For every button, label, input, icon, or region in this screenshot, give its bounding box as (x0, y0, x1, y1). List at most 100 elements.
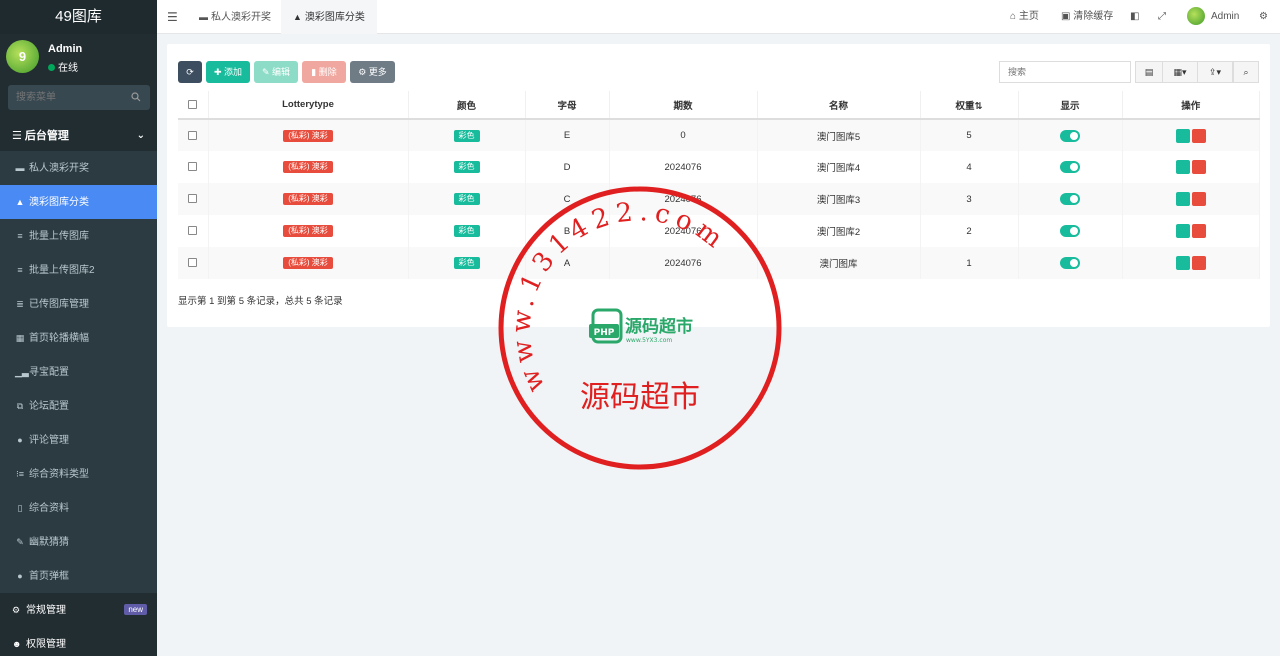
user-status: 在线 (48, 59, 78, 74)
operate-cell (1122, 247, 1260, 279)
sidebar-group-general[interactable]: ⚙ 常规管理 new (0, 593, 157, 627)
display-toggle[interactable] (1060, 225, 1080, 237)
row-checkbox[interactable] (188, 226, 198, 236)
name-cell: 澳门图库3 (757, 183, 921, 215)
menu-header-label: 后台管理 (24, 130, 69, 142)
sidebar-item-batch-upload[interactable]: ≡ 批量上传图库 (0, 219, 157, 253)
display-toggle[interactable] (1060, 193, 1080, 205)
app-logo[interactable]: 49图库 (0, 0, 157, 34)
admin-name: Admin (1211, 11, 1240, 22)
search-icon[interactable] (131, 92, 141, 102)
menu-header-admin[interactable]: ☰ 后台管理 ⌄ (0, 121, 157, 151)
operate-cell (1122, 215, 1260, 247)
more-label: 更多 (368, 67, 387, 77)
letter-cell: E (525, 119, 610, 151)
sidebar-group-permissions[interactable]: ☻ 权限管理 (0, 627, 157, 656)
row-checkbox[interactable] (188, 194, 198, 204)
display-toggle[interactable] (1060, 161, 1080, 173)
more-button[interactable]: ⚙ 更多 (350, 61, 395, 83)
search-button[interactable]: ⌕ (1233, 61, 1259, 83)
sidebar-item-label: 综合资料 (29, 503, 69, 514)
sidebar-item-info[interactable]: ▯ 综合资料 (0, 491, 157, 525)
row-delete-button[interactable] (1191, 160, 1206, 174)
sidebar-item-info-types[interactable]: ⁝≡ 综合资料类型 (0, 457, 157, 491)
name-cell: 澳门图库 (757, 247, 921, 279)
settings-icon[interactable]: ⚙ (1259, 0, 1268, 34)
clear-cache-button[interactable]: ▣ 清除缓存 (1061, 0, 1113, 34)
sidebar-item-forum[interactable]: ⧉ 论坛配置 (0, 389, 157, 423)
display-toggle[interactable] (1060, 257, 1080, 269)
language-icon[interactable]: ◧ (1130, 0, 1139, 34)
add-button[interactable]: ✚ 添加 (206, 61, 250, 83)
row-checkbox[interactable] (188, 162, 198, 172)
issue-cell: 0 (609, 119, 758, 151)
lotterytype-cell: (私彩) 澳彩 (208, 247, 409, 279)
sidebar-item-gallery-category[interactable]: ▲ 澳彩图库分类 (0, 185, 157, 219)
col-name[interactable]: 名称 (757, 91, 921, 120)
sidebar-item-private-draw[interactable]: ▬ 私人澳彩开奖 (0, 151, 157, 185)
sidebar-item-treasure[interactable]: ▁▃寻宝配置 (0, 355, 157, 389)
toggle-view-button[interactable]: ▤ (1135, 61, 1163, 83)
cogs-icon: ⚙ (12, 605, 21, 615)
table-row: (私彩) 澳彩 彩色 A 2024076 澳门图库 1 (178, 247, 1260, 279)
row-checkbox[interactable] (188, 258, 198, 268)
columns-button[interactable]: ▦▾ (1162, 61, 1198, 83)
row-checkbox[interactable] (188, 130, 198, 140)
tab-label: 私人澳彩开奖 (211, 12, 271, 23)
color-label: 彩色 (453, 257, 480, 269)
col-letter[interactable]: 字母 (525, 91, 610, 120)
handwriting-icon: ✎ (16, 537, 24, 547)
table-row: (私彩) 澳彩 彩色 E 0 澳门图库5 5 (178, 119, 1260, 151)
row-edit-button[interactable] (1175, 256, 1190, 270)
refresh-button[interactable]: ⟳ (178, 61, 202, 83)
sidebar-item-comments[interactable]: ● 评论管理 (0, 423, 157, 457)
operate-cell (1122, 151, 1260, 183)
display-cell (1018, 119, 1123, 151)
table-row: (私彩) 澳彩 彩色 B 2024076 澳门图库2 2 (178, 215, 1260, 247)
tab-private-draw[interactable]: ▬ 私人澳彩开奖 (187, 0, 283, 34)
col-color[interactable]: 颜色 (408, 91, 526, 120)
export-button[interactable]: ⇪▾ (1197, 61, 1233, 83)
issue-cell: 2024076 (609, 183, 758, 215)
windows-icon: ▦ (15, 333, 25, 343)
menu-search-input[interactable] (8, 85, 128, 110)
tab-gallery-category[interactable]: ▲ 澳彩图库分类 (281, 0, 377, 34)
col-lotterytype[interactable]: Lotterytype (208, 91, 409, 120)
home-label: 主页 (1018, 11, 1039, 22)
menu-toggle-icon[interactable]: ☰ (167, 10, 178, 24)
row-delete-button[interactable] (1191, 192, 1206, 206)
sidebar-item-popup[interactable]: ● 首页弹框 (0, 559, 157, 593)
refresh-icon: ⟳ (186, 67, 194, 77)
col-display[interactable]: 显示 (1018, 91, 1123, 120)
data-table: Lotterytype 颜色 字母 期数 名称 权重⇅ 显示 操作 (私彩) 澳… (178, 91, 1260, 279)
home-link[interactable]: ⌂ 主页 (1010, 0, 1039, 34)
col-weight[interactable]: 权重⇅ (920, 91, 1019, 120)
sidebar-item-banner[interactable]: ▦ 首页轮播横幅 (0, 321, 157, 355)
operate-cell (1122, 119, 1260, 151)
col-issue[interactable]: 期数 (609, 91, 758, 120)
row-delete-button[interactable] (1191, 224, 1206, 238)
select-all-cell (178, 91, 209, 120)
comments-icon: ● (17, 435, 23, 445)
select-all-checkbox[interactable] (188, 99, 198, 109)
sidebar-item-batch-upload-2[interactable]: ≡ 批量上传图库2 (0, 253, 157, 287)
display-cell (1018, 151, 1123, 183)
table-header-row: Lotterytype 颜色 字母 期数 名称 权重⇅ 显示 操作 (178, 91, 1260, 120)
row-edit-button[interactable] (1175, 224, 1190, 238)
row-edit-button[interactable] (1175, 128, 1190, 143)
sort-icon: ⇅ (974, 100, 983, 112)
admin-menu[interactable]: Admin (1187, 0, 1239, 34)
table-search-input[interactable] (999, 61, 1131, 83)
sidebar-menu: ☰ 后台管理 ⌄ ▬ 私人澳彩开奖 ▲ 澳彩图库分类 ≡ 批量上传图库 ≡ 批量上传图库2… (0, 121, 157, 656)
sidebar-item-humor[interactable]: ✎ 幽默猜猜 (0, 525, 157, 559)
fullscreen-icon[interactable]: ⤢ (1158, 0, 1166, 34)
row-edit-button[interactable] (1175, 192, 1190, 206)
sidebar-item-uploaded[interactable]: ≣ 已传图库管理 (0, 287, 157, 321)
delete-button[interactable]: ▮ 删除 (302, 61, 346, 83)
display-toggle[interactable] (1060, 129, 1080, 142)
weight-cell: 1 (920, 247, 1019, 279)
row-delete-button[interactable] (1191, 256, 1206, 270)
edit-button[interactable]: ✎ 编辑 (254, 61, 298, 83)
row-edit-button[interactable] (1175, 160, 1190, 174)
row-delete-button[interactable] (1191, 128, 1206, 143)
